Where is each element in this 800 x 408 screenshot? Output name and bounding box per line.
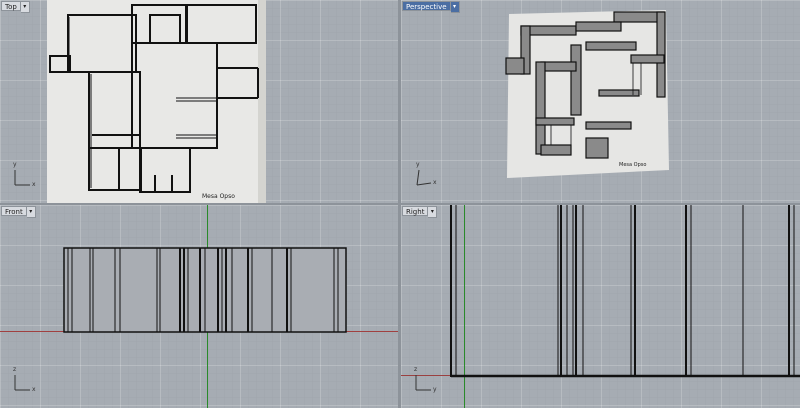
gizmo-x-label: x [32,386,36,393]
sketch-caption: Mesa Opso [619,162,646,168]
chevron-down-icon[interactable]: ▾ [450,1,460,13]
axis-gizmo: x z [12,366,36,394]
axis-gizmo: x y [12,161,36,189]
front-elevation [63,247,347,333]
gizmo-y-label: y [13,161,17,168]
gizmo-y-label: y [433,386,437,393]
right-elevation [450,205,800,378]
gizmo-z-label: z [414,366,418,373]
gizmo-y-label: y [416,161,420,168]
sketch-caption: Mesa Opso [202,193,235,200]
viewport-front[interactable]: Front ▾ x z [0,205,398,408]
viewport-top[interactable]: Top ▾ Mesa Opso x y [0,0,398,203]
viewport-label: Top [1,1,21,11]
chevron-down-icon[interactable]: ▾ [26,206,36,218]
axis-gizmo: x y [413,161,437,189]
viewport-tab-top[interactable]: Top ▾ [1,1,30,13]
chevron-down-icon[interactable]: ▾ [428,206,438,218]
gizmo-x-label: x [433,179,437,186]
viewport-tab-perspective[interactable]: Perspective ▾ [402,1,460,13]
viewport-label: Right [402,206,429,216]
axis-gizmo: y z [413,366,437,394]
viewport-perspective[interactable]: Perspective ▾ Mesa Opso x y [401,0,800,203]
viewport-label: Perspective [402,1,451,11]
viewport-tab-front[interactable]: Front ▾ [1,206,36,218]
gizmo-x-label: x [32,181,36,188]
top-plan-drawing: Mesa Opso [47,0,266,203]
chevron-down-icon[interactable]: ▾ [20,1,30,13]
viewport-right[interactable]: Right ▾ y z [401,205,800,408]
sketch-paper [47,0,265,203]
viewport-label: Front [1,206,27,216]
gizmo-z-label: z [13,366,17,373]
perspective-model: Mesa Opso [505,10,669,178]
viewport-tab-right[interactable]: Right ▾ [402,206,438,218]
